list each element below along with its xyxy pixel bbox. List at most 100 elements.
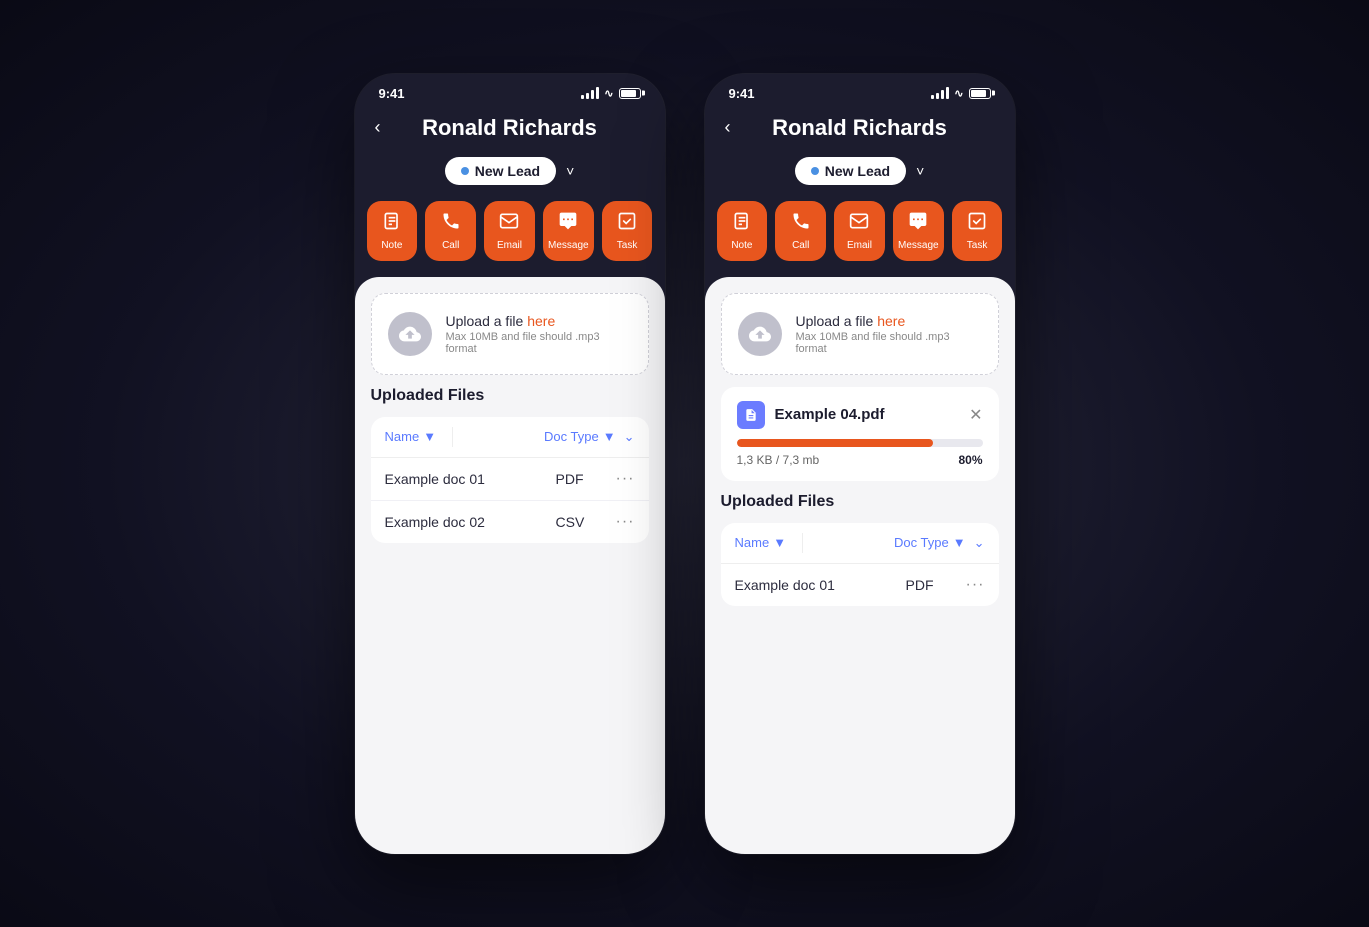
note-icon-right [732,211,752,236]
upload-icon-left [388,312,432,356]
call-icon-right [791,211,811,236]
signal-icon-right [931,87,949,99]
status-badge-right[interactable]: New Lead [795,157,906,185]
status-icons-right: ∿ [931,87,990,100]
call-button-right[interactable]: Call [775,201,826,261]
row-type-right-0: PDF [906,577,966,593]
close-upload-button-right[interactable]: ✕ [969,405,982,425]
status-dropdown-right[interactable]: ˅ [916,163,924,179]
progress-percent-right: 80% [958,453,982,467]
page-title-right: Ronald Richards [772,115,947,141]
status-dot-right [811,167,819,175]
email-button-right[interactable]: Email [834,201,885,261]
upload-area-right[interactable]: Upload a file here Max 10MB and file sho… [721,293,999,375]
upload-icon-right [738,312,782,356]
header-right: ‹ Ronald Richards [705,107,1015,153]
name-col-caret-right: ▼ [773,535,786,550]
battery-icon-right [969,88,991,99]
name-col-label-left: Name [385,429,420,444]
row-more-left-0[interactable]: ··· [616,470,635,488]
battery-icon-left [619,88,641,99]
note-label-right: Note [731,240,752,251]
task-button-left[interactable]: Task [602,201,653,261]
status-row-right: New Lead ˅ [705,153,1015,201]
call-icon-left [441,211,461,236]
upload-main-text-right: Upload a file [796,313,878,329]
doctype-column-header-left[interactable]: Doc Type ▼ ⌄ [544,429,634,445]
name-col-label-right: Name [735,535,770,550]
note-button-right[interactable]: Note [717,201,768,261]
row-more-right-0[interactable]: ··· [966,576,985,594]
status-dropdown-left[interactable]: ˅ [566,163,574,179]
status-label-right: New Lead [825,163,890,179]
upload-here-text-left: here [527,313,555,329]
call-label-left: Call [442,240,459,251]
row-name-left-1: Example doc 02 [385,514,556,530]
call-button-left[interactable]: Call [425,201,476,261]
task-label-left: Task [617,240,638,251]
message-button-right[interactable]: Message [893,201,944,261]
message-button-left[interactable]: Message [543,201,594,261]
wifi-icon-right: ∿ [954,87,963,100]
col-divider-left [452,427,453,447]
task-button-right[interactable]: Task [952,201,1003,261]
email-label-right: Email [847,240,872,251]
phones-container: 9:41 ∿ ‹ Ronald Richards [355,74,1015,854]
name-col-caret-left: ▼ [423,429,436,444]
status-badge-left[interactable]: New Lead [445,157,556,185]
name-column-header-right[interactable]: Name ▼ [735,535,787,550]
table-row-left-1: Example doc 02 CSV ··· [371,501,649,543]
note-icon-left [382,211,402,236]
phone-right: 9:41 ∿ ‹ Ronald Richards [705,74,1015,854]
progress-bar-fill-right [737,439,934,447]
message-icon-left [558,211,578,236]
status-bar-left: 9:41 ∿ [355,74,665,107]
upload-text-right: Upload a file here Max 10MB and file sho… [796,313,982,355]
file-name-right: Example 04.pdf [775,406,885,423]
doctype-column-header-right[interactable]: Doc Type ▼ ⌄ [894,535,984,551]
page-title-left: Ronald Richards [422,115,597,141]
row-type-left-0: PDF [556,471,616,487]
doctype-col-label-left: Doc Type [544,429,599,444]
email-label-left: Email [497,240,522,251]
status-row-left: New Lead ˅ [355,153,665,201]
task-label-right: Task [967,240,988,251]
status-icons-left: ∿ [581,87,640,100]
email-button-left[interactable]: Email [484,201,535,261]
upload-progress-header-right: Example 04.pdf ✕ [737,401,983,429]
task-icon-left [617,211,637,236]
upload-progress-left-right: Example 04.pdf [737,401,885,429]
row-more-left-1[interactable]: ··· [616,513,635,531]
actions-row-left: Note Call [355,201,665,277]
col-divider-right [802,533,803,553]
doctype-col-chevron-right: ⌄ [974,535,985,551]
status-bar-right: 9:41 ∿ [705,74,1015,107]
upload-main-text-left: Upload a file [446,313,528,329]
back-button-left[interactable]: ‹ [375,117,381,138]
files-table-right: Name ▼ Doc Type ▼ ⌄ Example doc 01 [721,523,999,606]
content-right: Upload a file here Max 10MB and file sho… [705,277,1015,854]
header-left: ‹ Ronald Richards [355,107,665,153]
progress-info-right: 1,3 KB / 7,3 mb 80% [737,453,983,467]
doctype-col-chevron-left: ⌄ [624,429,635,445]
files-table-left: Name ▼ Doc Type ▼ ⌄ Example doc 01 [371,417,649,543]
upload-sub-text-left: Max 10MB and file should .mp3 format [446,331,632,355]
uploaded-files-title-right: Uploaded Files [721,493,999,511]
upload-here-text-right: here [877,313,905,329]
upload-sub-text-right: Max 10MB and file should .mp3 format [796,331,982,355]
name-column-header-left[interactable]: Name ▼ [385,429,437,444]
status-label-left: New Lead [475,163,540,179]
upload-area-left[interactable]: Upload a file here Max 10MB and file sho… [371,293,649,375]
actions-row-right: Note Call [705,201,1015,277]
upload-text-left: Upload a file here Max 10MB and file sho… [446,313,632,355]
time-right: 9:41 [729,86,755,101]
doctype-col-label-right: Doc Type [894,535,949,550]
table-header-left: Name ▼ Doc Type ▼ ⌄ [371,417,649,458]
back-button-right[interactable]: ‹ [725,117,731,138]
note-button-left[interactable]: Note [367,201,418,261]
file-icon-right [737,401,765,429]
message-label-right: Message [898,240,939,251]
email-icon-right [849,211,869,236]
progress-size-right: 1,3 KB / 7,3 mb [737,453,820,467]
table-header-right: Name ▼ Doc Type ▼ ⌄ [721,523,999,564]
